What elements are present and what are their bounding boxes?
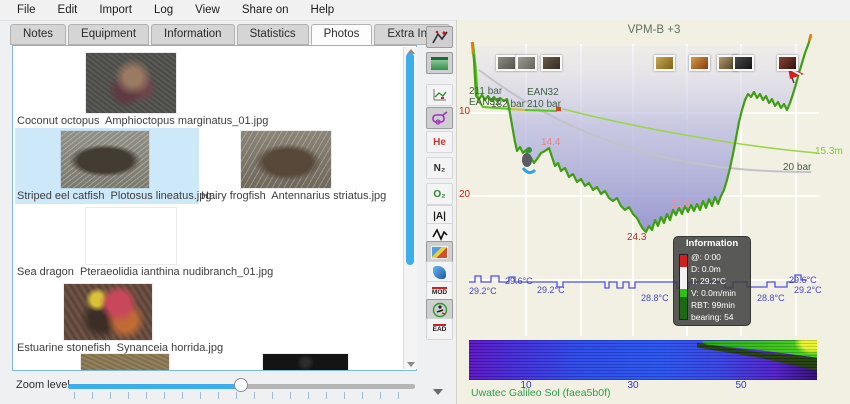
menu-file[interactable]: File: [6, 2, 47, 18]
temperature-label: 29.6°C: [505, 277, 533, 287]
depth-axis-label: 20: [459, 189, 470, 200]
info-row-velocity: V: 0.0m/min: [691, 287, 736, 299]
heatmap-striations: [469, 340, 817, 380]
zoom-level-label: Zoom level: [16, 379, 70, 391]
mean-depth-label: 15.3m: [815, 146, 843, 157]
time-axis-label: 50: [730, 380, 752, 391]
tank1-end-pressure: 182 bar: [491, 99, 525, 110]
menu-help[interactable]: Help: [300, 2, 346, 18]
tank2-gas-label: EAN32: [527, 87, 559, 98]
tank-end-pressure: 20 bar: [783, 162, 811, 173]
deco-model-title: VPM-B +3: [457, 24, 850, 36]
depth-marker: 14.4: [541, 137, 560, 148]
toolbar-button-calculated-ceiling[interactable]: [426, 52, 453, 74]
photo-caption[interactable]: Hairy frogfish Antennarius striatus.jpg: [201, 190, 386, 202]
profile-photo-marker[interactable]: [541, 55, 562, 71]
diver-icon: [432, 302, 448, 318]
tissues-icon: [433, 266, 446, 279]
depth-marker: 21.8: [671, 199, 690, 210]
info-row-depth: D: 0.0m: [691, 263, 736, 275]
dive-profile-icon: [432, 29, 448, 45]
notebook-tab-bar: Notes Equipment Information Statistics P…: [10, 24, 452, 45]
menu-edit[interactable]: Edit: [47, 2, 89, 18]
toolbar-button-pp-nitrogen[interactable]: N₂: [426, 157, 453, 179]
info-row-time: @: 0:00: [691, 251, 736, 263]
toolbar-button-show-photos[interactable]: [426, 241, 453, 263]
photo-caption[interactable]: Sea dragon Pteraeolidia ianthina nudibra…: [17, 266, 273, 278]
pp-helium-icon: He: [433, 137, 446, 148]
heart-rate-icon: [432, 227, 448, 241]
toolbar-button-pp-graph[interactable]: [426, 84, 453, 106]
tank2-start-pressure: 210 bar: [527, 99, 561, 110]
menu-share-on[interactable]: Share on: [231, 2, 300, 18]
temperature-label: 29.2°C: [794, 286, 822, 296]
scooter-icon: [431, 111, 448, 125]
toolbar-button-dive-profile[interactable]: [426, 26, 453, 48]
temperature-label: 29.2°C: [537, 286, 565, 296]
profile-photo-marker[interactable]: [689, 55, 710, 71]
photo-thumbnail-partial[interactable]: [81, 354, 169, 371]
profile-photo-marker[interactable]: [654, 55, 675, 71]
information-tooltip: Information @: 0:00 D: 0.0m T: 29.2°C V:…: [673, 236, 751, 326]
scroll-down-icon[interactable]: [407, 362, 415, 367]
photo-list: Coconut octopus Amphioctopus marginatus_…: [12, 45, 417, 371]
info-row-bearing: bearing: 54: [691, 311, 736, 323]
max-depth-marker: 24.3: [627, 232, 646, 243]
toolbar-scroll-down-icon[interactable]: [433, 389, 443, 395]
ead-icon: EAD: [433, 324, 447, 334]
info-row-temperature: T: 29.2°C: [691, 275, 736, 287]
time-axis-label: 30: [622, 380, 644, 391]
photo-caption[interactable]: Estuarine stonefish Synanceia horrida.jp…: [17, 342, 223, 354]
tab-statistics[interactable]: Statistics: [237, 24, 309, 45]
photo-thumbnail[interactable]: [61, 131, 149, 188]
mean-depth-icon: |A|: [433, 211, 446, 222]
menu-import[interactable]: Import: [88, 2, 143, 18]
temperature-label: 29.2°C: [469, 287, 497, 297]
dive-computer-label: Uwatec Galileo Sol (faea5b0f): [471, 388, 611, 400]
tab-notes[interactable]: Notes: [10, 24, 66, 45]
toolbar-button-pp-oxygen[interactable]: O₂: [426, 183, 453, 205]
tank1-start-pressure: 211 bar: [469, 86, 502, 97]
tab-photos[interactable]: Photos: [311, 24, 373, 45]
photos-icon: [431, 246, 448, 259]
photo-thumbnail[interactable]: [241, 131, 331, 188]
temperature-label: 28.8°C: [757, 294, 785, 304]
toolbar-button-ead[interactable]: EAD: [426, 318, 453, 340]
profile-photo-marker[interactable]: [733, 55, 754, 71]
photo-caption[interactable]: Coconut octopus Amphioctopus marginatus_…: [17, 115, 268, 127]
profile-photo-marker[interactable]: [777, 55, 798, 71]
tab-information[interactable]: Information: [151, 24, 235, 45]
menu-bar: File Edit Import Log View Share on Help: [0, 0, 850, 21]
application-window: File Edit Import Log View Share on Help …: [0, 0, 850, 404]
toolbar-button-tissues[interactable]: [426, 261, 453, 283]
photo-thumbnail[interactable]: [86, 53, 176, 113]
pp-graph-icon: [432, 87, 448, 103]
zoom-slider-ticks: [74, 392, 412, 399]
photo-thumbnail[interactable]: [86, 208, 176, 264]
mod-icon: MOD: [432, 287, 447, 297]
tissue-heatmap: [469, 340, 817, 380]
information-title: Information: [674, 238, 750, 249]
toolbar-button-pp-helium[interactable]: He: [426, 131, 453, 153]
profile-photo-marker[interactable]: [516, 55, 537, 71]
pp-oxygen-icon: O₂: [433, 189, 445, 200]
photo-thumbnail-partial[interactable]: [263, 354, 348, 371]
photo-list-scrollbar[interactable]: [403, 47, 417, 369]
menu-view[interactable]: View: [184, 2, 231, 18]
velocity-color-bar: [679, 254, 688, 320]
info-row-rbt: RBT: 99min: [691, 299, 736, 311]
photo-caption[interactable]: Striped eel catfish Plotosus lineatus.jp…: [17, 190, 211, 202]
toolbar-button-dc-ceiling[interactable]: [426, 107, 453, 129]
profile-photo-marker[interactable]: [496, 55, 517, 71]
zoom-slider-handle[interactable]: [234, 378, 248, 392]
ceiling-icon: [431, 57, 448, 70]
tab-equipment[interactable]: Equipment: [68, 24, 149, 45]
photo-thumbnail[interactable]: [64, 284, 152, 340]
temperature-label: 28.8°C: [641, 294, 669, 304]
dive-profile-panel[interactable]: VPM-B +3 10 20 211 bar EAN32 182 bar EAN…: [456, 20, 850, 404]
scrollbar-thumb[interactable]: [406, 53, 414, 265]
pp-nitrogen-icon: N₂: [434, 163, 446, 174]
menu-log[interactable]: Log: [143, 2, 184, 18]
zoom-slider-fill: [68, 384, 242, 389]
